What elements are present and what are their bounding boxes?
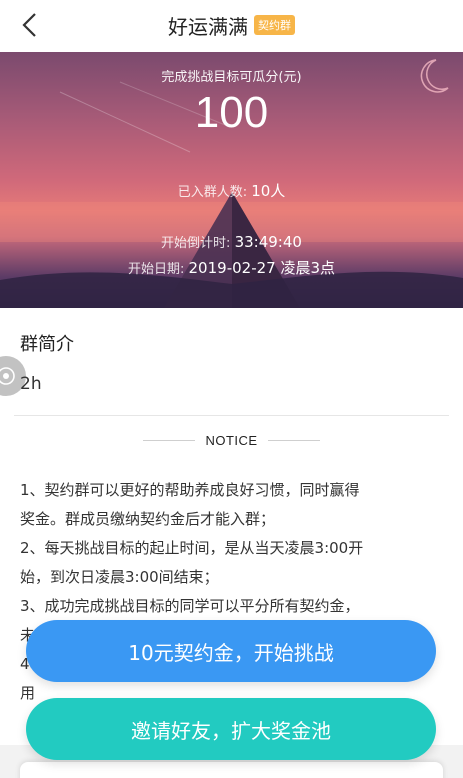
divider-line-right xyxy=(267,440,320,441)
start-date: 开始日期: 2019-02-27 凌晨3点 xyxy=(0,257,463,278)
rule-line: 奖金。群成员缴纳契约金后才能入群； xyxy=(20,510,276,528)
footer-card xyxy=(20,762,443,778)
back-button[interactable] xyxy=(14,10,44,40)
rule-line: 3、成功完成挑战目标的同学可以平分所有契约金， xyxy=(20,597,360,615)
countdown-value: 33:49:40 xyxy=(234,233,302,251)
title-group: 好运满满 契约群 xyxy=(168,11,295,40)
prize-subtitle: 完成挑战目标可瓜分(元) xyxy=(161,70,302,85)
intro-heading: 群简介 xyxy=(20,334,74,355)
start-date-label: 开始日期: xyxy=(127,262,185,277)
chevron-left-icon xyxy=(22,13,36,37)
rule-line: 2、每天挑战目标的起止时间，是从当天凌晨3:00开 xyxy=(20,539,364,557)
members-label: 已入群人数: xyxy=(177,185,248,200)
aperture-icon xyxy=(0,367,15,385)
nav-bar: 好运满满 契约群 xyxy=(0,0,463,50)
rule-line: 始，到次日凌晨3:00间结束； xyxy=(20,568,219,586)
countdown-label: 开始倒计时: xyxy=(161,236,231,251)
members-value: 10人 xyxy=(251,182,286,200)
start-date-value: 2019-02-27 凌晨3点 xyxy=(188,259,336,277)
divider xyxy=(14,415,449,416)
members-count: 已入群人数: 10人 xyxy=(0,180,463,201)
invite-friends-button[interactable]: 邀请好友，扩大奖金池 xyxy=(26,698,436,760)
notice-label: NOTICE xyxy=(205,433,258,448)
notice-header: NOTICE xyxy=(0,433,463,448)
join-challenge-button[interactable]: 10元契约金，开始挑战 xyxy=(26,620,436,682)
countdown: 开始倒计时: 33:49:40 xyxy=(0,232,463,251)
group-type-badge: 契约群 xyxy=(254,15,295,35)
rule-line: 1、契约群可以更好的帮助养成良好习惯，同时赢得 xyxy=(20,481,360,499)
page-title: 好运满满 xyxy=(168,14,248,39)
prize-amount: 100 xyxy=(194,88,269,137)
prize-banner: 完成挑战目标可瓜分(元) 100 已入群人数: 10人 开始倒计时: 33:49… xyxy=(0,52,463,308)
intro-text: 2h xyxy=(20,374,42,394)
divider-line-left xyxy=(143,440,196,441)
